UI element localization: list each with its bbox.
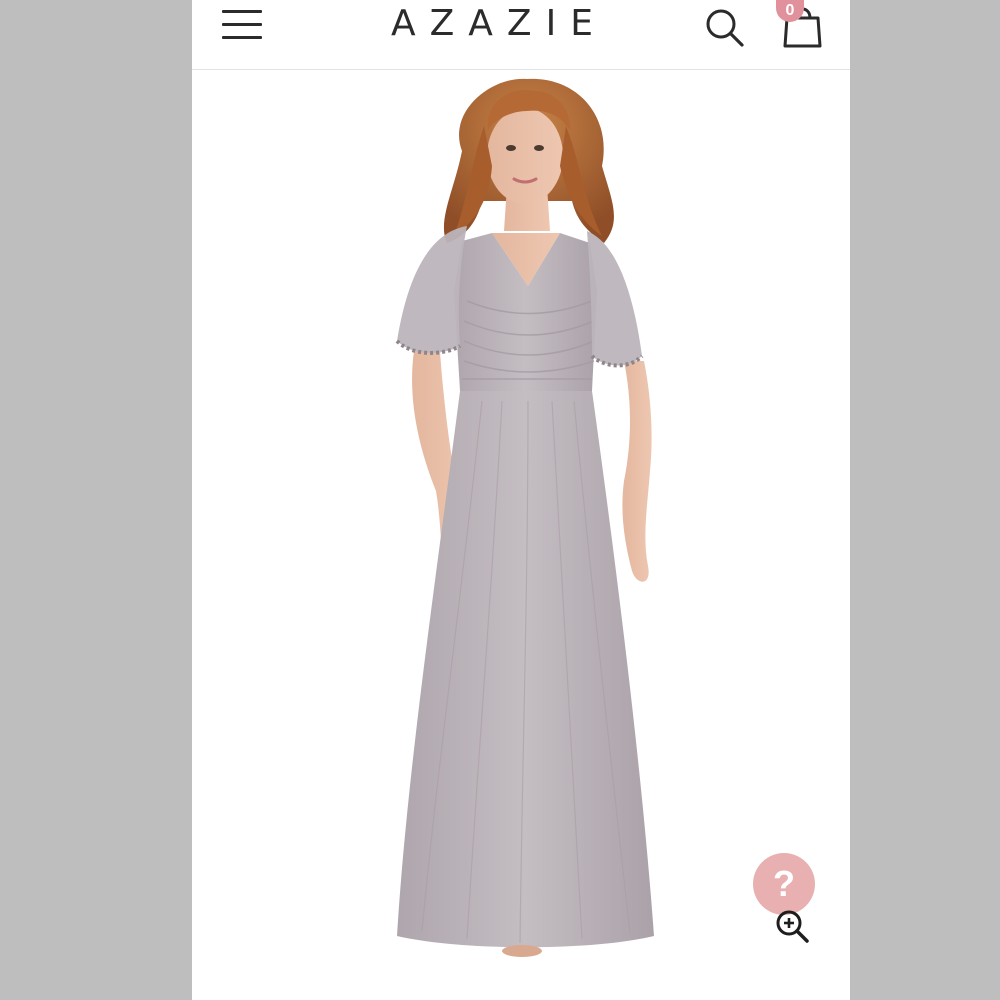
top-header: AZAZIE 0 [192,0,850,70]
model-in-dress-photo [395,78,654,957]
menu-button[interactable] [222,10,264,40]
product-image[interactable] [192,71,850,1000]
hamburger-menu-icon [222,10,262,13]
zoom-button[interactable] [775,909,811,945]
help-button[interactable]: ? [753,853,815,915]
search-icon [706,9,744,47]
brand-logo[interactable]: AZAZIE [342,2,642,46]
zoom-in-icon [776,910,809,943]
phone-viewport: AZAZIE 0 ? [192,0,850,1000]
search-button[interactable] [702,4,748,50]
